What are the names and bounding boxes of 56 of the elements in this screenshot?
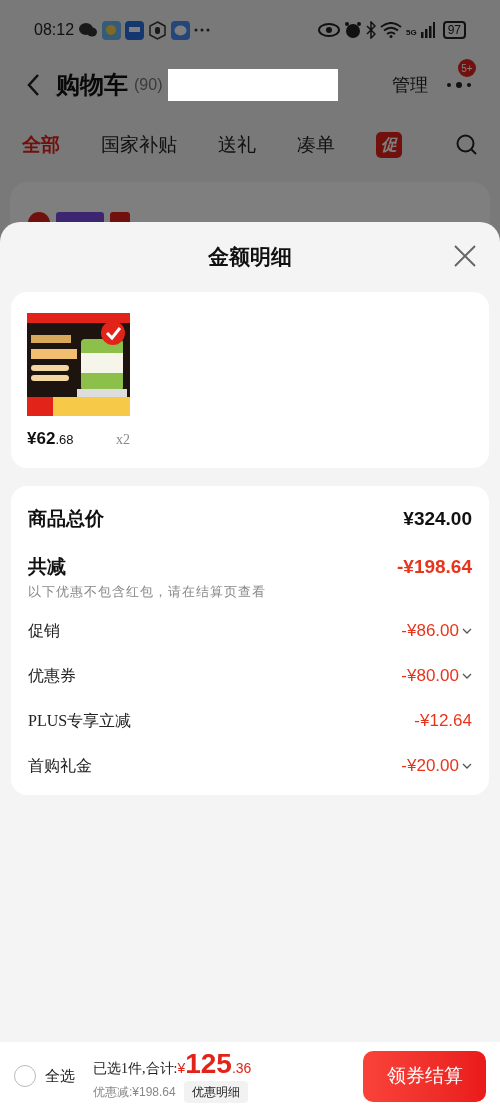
message-icon [171,20,191,40]
discount-note: 以下优惠不包含红包，请在结算页查看 [28,583,267,601]
wifi-icon [379,22,402,38]
notification-badge: 5+ [458,59,476,77]
total-amount: ¥324.00 [403,506,472,531]
discount-amount[interactable]: -¥20.00 [401,752,459,779]
weather-icon [102,20,122,40]
bluetooth-icon [365,21,376,39]
chevron-down-icon[interactable] [462,627,472,634]
select-all-label[interactable]: 全选 [45,1064,75,1088]
sheet-title: 金额明细 [208,244,292,271]
manage-link[interactable]: 管理 [392,71,428,99]
discount-label: 促销 [28,620,60,641]
selected-summary: 已选1件,合计: [93,1059,178,1078]
network-label: 5G [405,27,417,39]
discount-label: PLUS专享立减 [28,710,132,731]
more-icon [194,28,211,32]
discount-details-button[interactable]: 优惠明细 [183,1080,248,1103]
discount-label: 首购礼金 [28,755,92,776]
discount-amount[interactable]: -¥80.00 [401,662,459,689]
discount-label: 优惠券 [28,665,76,686]
hand-icon [148,20,168,40]
item-quantity: x2 [116,431,130,449]
cart-count: (90) [134,75,163,95]
chevron-down-icon[interactable] [462,672,472,679]
item-price: ¥62 [27,428,56,450]
promo-tab[interactable]: 促 [376,132,402,158]
summary-label: 商品总价 [28,506,104,531]
checkout-button[interactable]: 领券结算 [363,1050,486,1102]
category-tab[interactable]: 送礼 [218,130,256,160]
discount-amount: -¥12.64 [414,709,472,732]
app-icon [125,20,145,40]
status-time: 08:12 [34,20,75,40]
close-icon[interactable] [454,245,476,267]
discount-amount: -¥198.64 [397,554,472,579]
discount-amount[interactable]: -¥86.00 [401,617,459,644]
more-icon[interactable] [446,82,472,88]
back-icon[interactable] [26,73,40,97]
total-decimal: .36 [231,1058,252,1078]
price-decimal: .68 [55,431,74,449]
select-all-radio[interactable] [14,1065,36,1087]
category-tab[interactable]: 凑单 [297,130,335,160]
savings-text: 优惠减:¥198.64 [93,1083,176,1101]
battery-indicator: 97 [442,21,466,39]
signal-icon [420,22,435,38]
total-price: 125 [185,1049,232,1078]
category-tab[interactable]: 国家补贴 [101,130,177,160]
chat-icon [78,22,99,38]
summary-label: 共减 [28,554,66,579]
alarm-icon [343,21,362,39]
category-tab[interactable]: 全部 [22,130,60,160]
search-icon[interactable] [456,134,478,156]
chevron-down-icon[interactable] [462,762,472,769]
currency-symbol: ¥ [177,1059,186,1078]
page-title: 购物车 [56,70,128,100]
eye-icon [317,23,340,37]
